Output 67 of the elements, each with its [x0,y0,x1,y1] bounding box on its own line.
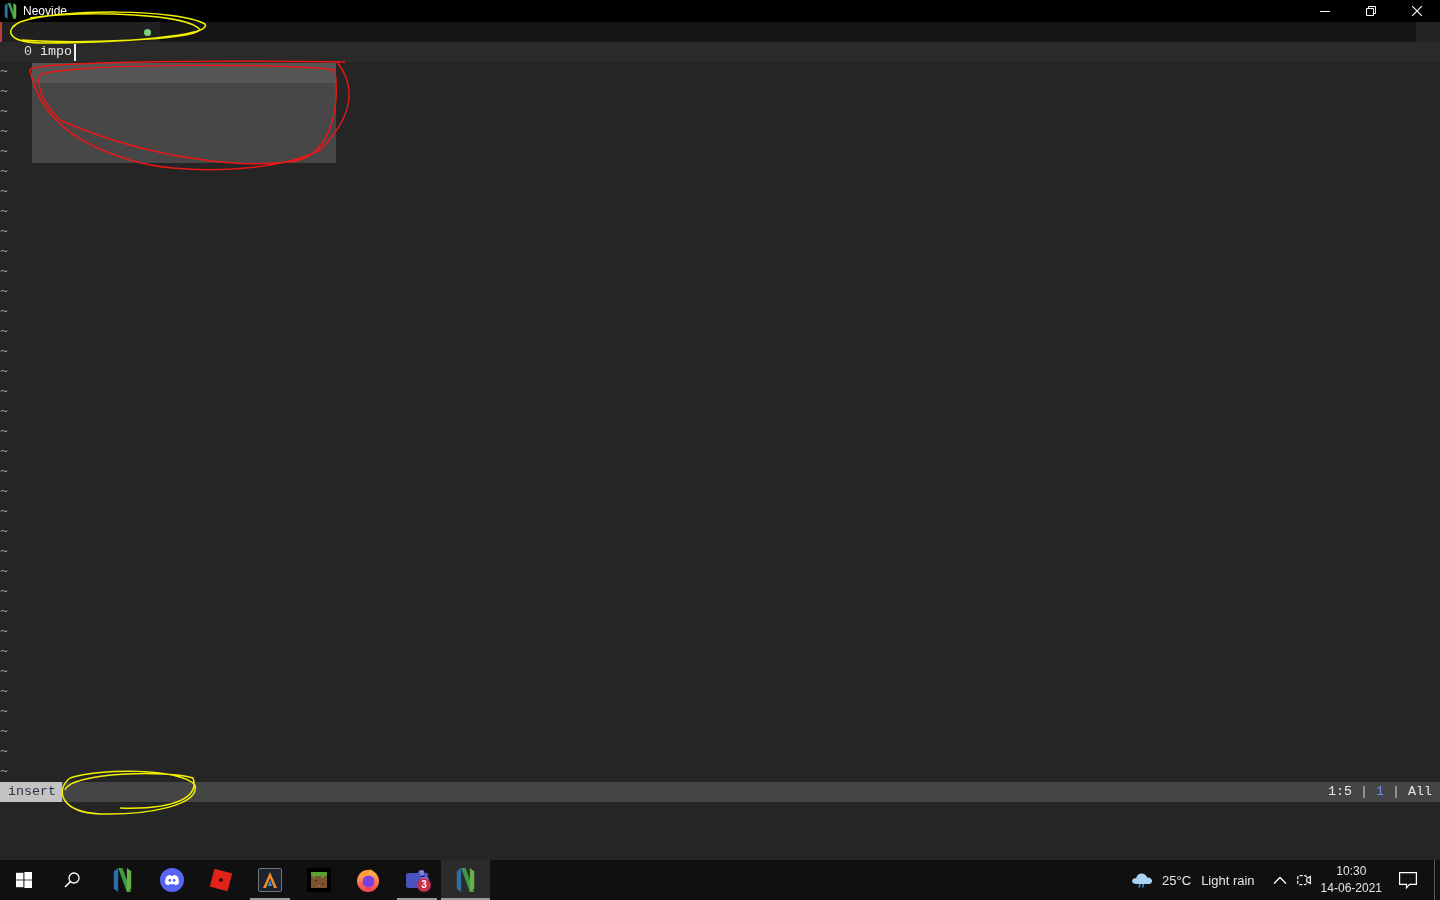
filler-tilde: ~ [0,683,8,701]
filler-tilde: ~ [0,303,8,321]
filler-tilde: ~ [0,83,8,101]
flame-globe-icon [355,868,380,892]
filler-tilde: ~ [0,383,8,401]
filler-tilde: ~ [0,163,8,181]
n-logo-icon [456,868,475,892]
controller-disc-icon [159,868,184,892]
cursor-position: 1:5 [1328,783,1352,801]
mode-indicator: insert [0,782,62,802]
chat-bubble-icon[interactable] [1399,871,1417,889]
window-title: Neovide [23,4,68,18]
filler-tilde: ~ [0,63,8,81]
clock-date[interactable]: 14-06-2021 [1320,880,1382,897]
filler-tilde: ~ [0,263,8,281]
filler-tilde: ~ [0,123,8,141]
filler-tilde: ~ [0,143,8,161]
match-count: 1 [1376,783,1384,801]
filler-tilde: ~ [0,543,8,561]
n-logo-icon [113,868,132,892]
filler-tilde: ~ [0,503,8,521]
dirt-block-icon [306,868,331,892]
filler-tilde: ~ [0,183,8,201]
filler-tilde: ~ [0,103,8,121]
close-icon [1412,6,1422,16]
filler-tilde: ~ [0,523,8,541]
line-number: 0 [24,43,32,61]
weather-condition[interactable]: Light rain [1201,872,1255,888]
weather-temperature[interactable]: 25°C [1162,872,1192,888]
filler-tilde: ~ [0,323,8,341]
filler-tilde: ~ [0,463,8,481]
four-panes-icon [16,872,32,888]
status-separator: | [1392,783,1400,801]
filler-tilde: ~ [0,743,8,761]
filler-tilde: ~ [0,583,8,601]
search-icon [64,872,80,888]
filler-tilde: ~ [0,363,8,381]
triangle-tile-icon [257,868,282,892]
code-text: impo [40,43,72,61]
filler-tilde: ~ [0,223,8,241]
minimize-icon [1320,10,1330,12]
notification-badge: 3 [417,878,431,892]
scroll-percent: All [1408,783,1432,801]
filler-tilde: ~ [0,603,8,621]
filler-tilde: ~ [0,703,8,721]
filler-tilde: ~ [0,403,8,421]
filler-tilde: ~ [0,763,8,781]
filler-tilde: ~ [0,483,8,501]
filler-tilde: ~ [0,663,8,681]
filler-tilde: ~ [0,563,8,581]
status-separator: | [1360,783,1368,801]
filler-tilde: ~ [0,643,8,661]
filler-tilde: ~ [0,723,8,741]
cloud-rain-icon[interactable] [1131,872,1154,888]
filler-tilde: ~ [0,343,8,361]
video-camera-icon[interactable] [1296,873,1311,887]
filler-tilde: ~ [0,243,8,261]
filler-tilde: ~ [0,443,8,461]
filler-tilde: ~ [0,623,8,641]
tab[interactable] [0,22,160,42]
chevron-up-icon[interactable] [1272,876,1287,884]
filler-tilde: ~ [0,203,8,221]
restore-icon [1366,6,1376,16]
n-logo-icon [4,3,17,19]
filler-tilde: ~ [0,423,8,441]
filler-tilde: ~ [0,283,8,301]
clock-time[interactable]: 10:30 [1336,863,1367,880]
